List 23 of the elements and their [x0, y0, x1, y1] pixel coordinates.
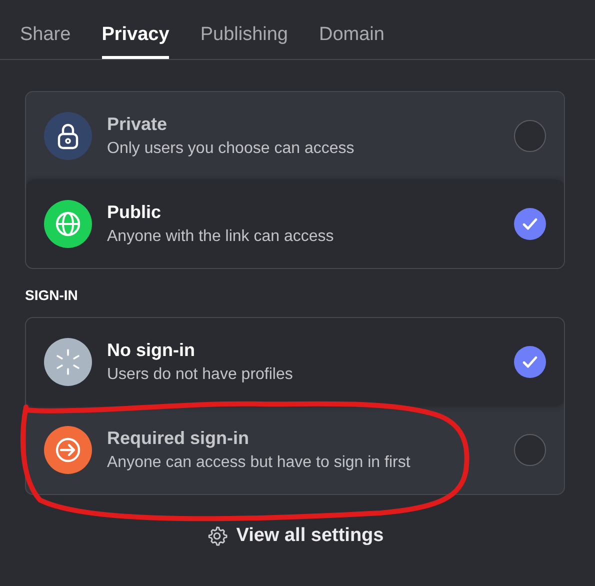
radio-button[interactable] — [514, 120, 546, 152]
option-title: No sign-in — [107, 339, 196, 362]
radio-button[interactable] — [514, 434, 546, 466]
checked-radio[interactable] — [514, 208, 546, 240]
option-title: Public — [107, 201, 162, 224]
option-row[interactable]: No sign-in Users do not have profiles — [26, 318, 564, 406]
option-description: Anyone can access but have to sign in first — [107, 453, 412, 473]
settings-icon — [206, 525, 228, 547]
option-row[interactable]: Public Anyone with the link can access — [26, 180, 564, 268]
option-title: Required sign-in — [107, 427, 250, 450]
tab[interactable]: Share — [20, 0, 71, 59]
tab[interactable]: Publishing — [200, 0, 288, 59]
option-title: Private — [107, 113, 168, 136]
option-description: Only users you choose can access — [107, 139, 356, 159]
tab[interactable]: Domain — [319, 0, 384, 59]
checked-radio[interactable] — [514, 346, 546, 378]
option-row[interactable]: Private Only users you choose can access — [26, 92, 564, 180]
option-description: Anyone with the link can access — [107, 227, 335, 247]
tab[interactable]: Privacy — [102, 0, 170, 59]
option-description: Users do not have profiles — [107, 365, 294, 385]
view-settings-button[interactable]: View all settings — [202, 523, 388, 549]
section-heading: SIGN-IN — [25, 287, 79, 303]
option-row[interactable]: Required sign-in Anyone can access but have to sign in first — [26, 406, 564, 494]
